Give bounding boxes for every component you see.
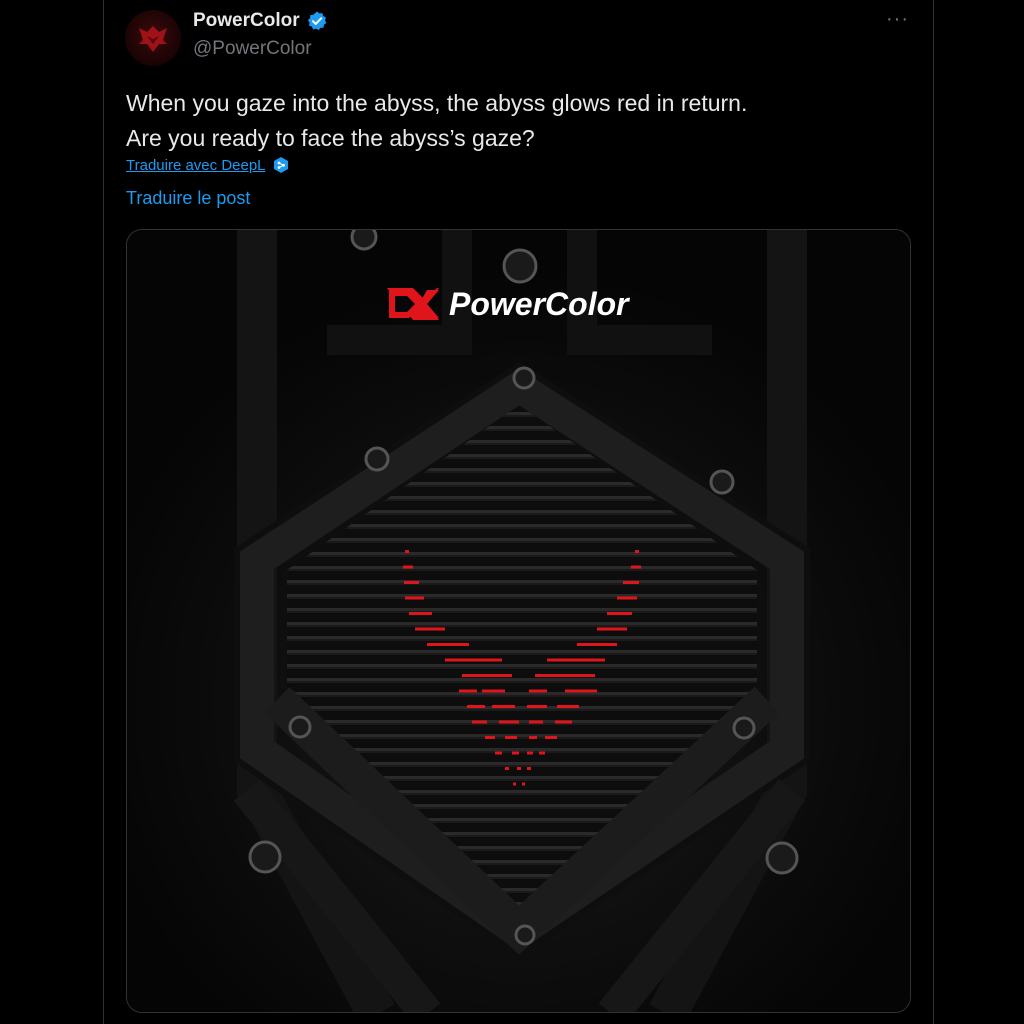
v-glow-dash — [577, 643, 617, 646]
author-handle[interactable]: @PowerColor — [193, 38, 312, 60]
powercolor-logo-text: PowerColor — [449, 286, 630, 322]
v-glow-dash — [467, 705, 485, 708]
v-glow-dash — [512, 751, 519, 755]
v-glow-dash — [403, 565, 413, 569]
deepl-translate-row[interactable]: Traduire avec DeepL — [126, 156, 290, 174]
v-glow-dash — [547, 658, 605, 662]
author-name-row[interactable]: PowerColor — [193, 10, 328, 32]
v-glow-dash — [617, 596, 637, 600]
v-glow-dash — [529, 689, 547, 693]
v-glow-dash — [527, 751, 533, 755]
post-media-image[interactable]: PowerColor — [126, 229, 911, 1013]
gpu-backplate-image: PowerColor — [127, 230, 910, 1012]
deepl-translate-link[interactable]: Traduire avec DeepL — [126, 157, 266, 174]
v-glow-dash — [565, 689, 597, 693]
v-glow-dash — [597, 627, 627, 631]
v-glow-dash — [405, 596, 424, 600]
v-glow-dash — [539, 751, 545, 755]
v-glow-dash — [427, 643, 469, 646]
v-glow-dash — [472, 720, 487, 724]
deepl-icon — [273, 157, 288, 173]
v-glow-dash — [505, 767, 509, 770]
v-glow-dash — [545, 736, 557, 739]
v-glow-dash — [404, 581, 419, 584]
v-glow-dash — [527, 767, 531, 770]
v-glow-dash — [405, 550, 409, 553]
v-glow-dash — [555, 720, 572, 724]
v-glow-dash — [415, 627, 445, 631]
v-glow-dash — [445, 658, 502, 662]
v-glow-dash — [529, 736, 537, 739]
v-glow-dash — [527, 705, 547, 708]
v-glow-dash — [492, 705, 515, 708]
red-devil-logo-icon — [139, 26, 167, 52]
display-name[interactable]: PowerColor — [193, 10, 300, 32]
avatar[interactable] — [125, 10, 181, 66]
v-glow-dash — [631, 565, 641, 569]
v-glow-dash — [409, 612, 432, 615]
v-glow-dash — [529, 720, 543, 724]
v-glow-dash — [513, 782, 516, 786]
v-glow-dash — [499, 720, 519, 724]
verified-badge-icon — [307, 11, 327, 31]
v-glow-dash — [635, 550, 639, 553]
v-glow-dash — [485, 736, 495, 739]
post-text-line: When you gaze into the abyss, the abyss … — [126, 90, 748, 116]
v-glow-dash — [535, 674, 595, 677]
post-text: When you gaze into the abyss, the abyss … — [126, 86, 906, 156]
post-text-line: Are you ready to face the abyss’s gaze? — [126, 125, 535, 151]
v-glow-dash — [495, 751, 502, 755]
v-glow-dash — [482, 689, 505, 693]
v-glow-dash — [623, 581, 639, 584]
v-glow-dash — [557, 705, 579, 708]
v-glow-dash — [505, 736, 517, 739]
more-options-icon[interactable]: ··· — [886, 8, 909, 31]
v-glow-dash — [459, 689, 477, 693]
v-glow-dash — [462, 674, 512, 677]
v-glow-dash — [607, 612, 632, 615]
v-glow-dash — [517, 767, 521, 770]
v-glow-dash — [522, 782, 525, 786]
translate-post-link[interactable]: Traduire le post — [126, 188, 250, 209]
